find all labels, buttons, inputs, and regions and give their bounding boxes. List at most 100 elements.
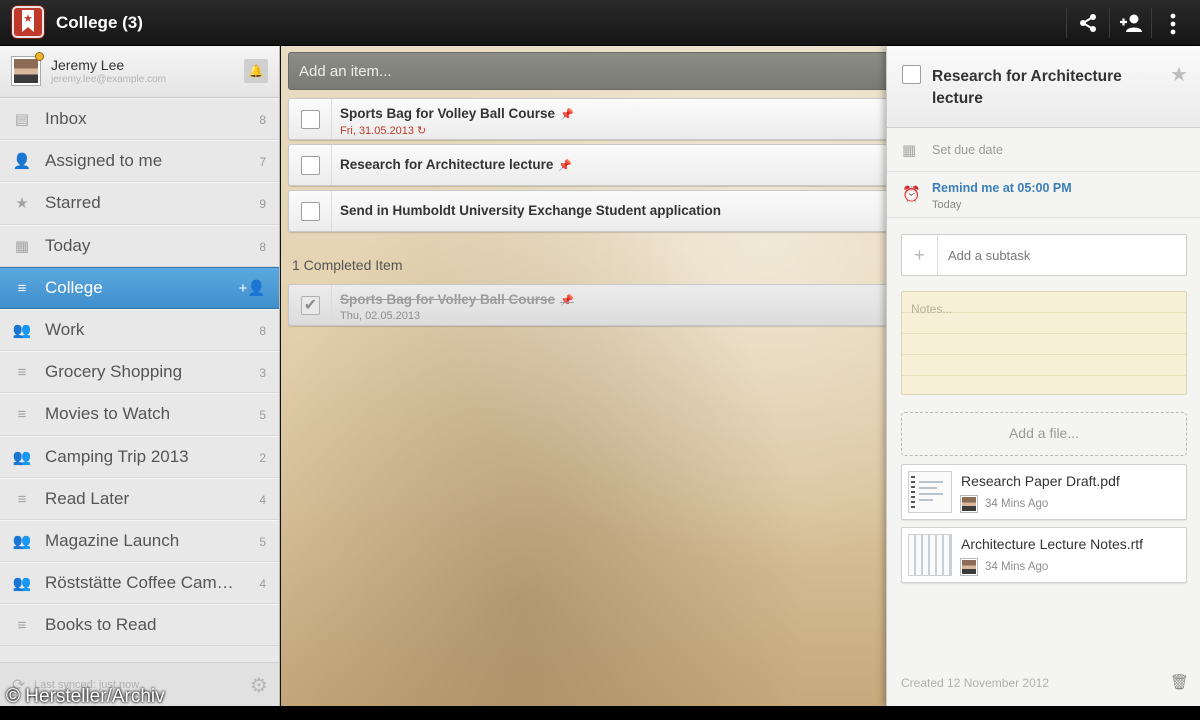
completed-items-header[interactable]: 1 Completed Item bbox=[292, 257, 403, 273]
list-icon: ≡ bbox=[17, 490, 27, 508]
task-row[interactable]: Send in Humboldt University Exchange Stu… bbox=[288, 190, 886, 232]
task-checkbox[interactable] bbox=[301, 156, 320, 175]
task-row[interactable]: Sports Bag for Volley Ball Course 📌 Fri, … bbox=[288, 98, 886, 140]
item-count-badge: 7 bbox=[259, 155, 266, 170]
watermark: © Hersteller/Archiv bbox=[6, 686, 165, 707]
pro-badge-icon bbox=[35, 52, 44, 61]
system-navigation-bar bbox=[0, 706, 1200, 720]
add-subtask-input[interactable] bbox=[940, 235, 1180, 275]
completed-task-row[interactable]: ✔ Sports Bag for Volley Ball Course 📌 Thu… bbox=[288, 284, 886, 326]
sidebar-item-magazine-launch[interactable]: 👥 Magazine Launch 5 bbox=[0, 519, 279, 563]
sidebar-item-work[interactable]: 👥 Work 8 bbox=[0, 308, 279, 352]
notes-input[interactable] bbox=[902, 292, 1186, 394]
sidebar-item-label: Inbox bbox=[45, 109, 87, 128]
task-checkbox[interactable] bbox=[301, 202, 320, 221]
share-icon[interactable] bbox=[1066, 0, 1110, 46]
item-count-badge: 5 bbox=[259, 534, 266, 549]
user-email: jeremy.lee@example.com bbox=[51, 74, 167, 85]
sidebar-item-label: Starred bbox=[45, 193, 101, 213]
task-title-text: Send in Humboldt University Exchange Stu… bbox=[340, 203, 722, 218]
task-title: Research for Architecture lecture 📌 bbox=[340, 157, 572, 172]
settings-gear-icon[interactable]: ⚙ bbox=[250, 673, 268, 698]
sidebar-item-label: Magazine Launch bbox=[45, 530, 180, 550]
file-attachment[interactable]: Research Paper Draft.pdf 34 Mins Ago bbox=[901, 464, 1187, 520]
due-date-label: Set due date bbox=[932, 143, 1003, 157]
repeat-icon: ↻ bbox=[417, 125, 427, 137]
task-due-date: Fri, 31.05.2013 ↻ bbox=[340, 124, 426, 137]
user-profile[interactable]: Jeremy Lee jeremy.lee@example.com 🔔 bbox=[0, 46, 279, 98]
detail-header: Research for Architecture lecture ★ bbox=[887, 46, 1200, 128]
add-member-icon[interactable] bbox=[1109, 0, 1153, 46]
sidebar-item-inbox[interactable]: ▤ Inbox 8 bbox=[0, 98, 279, 141]
task-title: Send in Humboldt University Exchange Stu… bbox=[340, 203, 721, 218]
due-date-text: Fri, 31.05.2013 bbox=[340, 125, 414, 137]
item-count-badge: 8 bbox=[259, 113, 266, 127]
task-checkbox[interactable] bbox=[301, 110, 320, 129]
star-icon[interactable]: ★ bbox=[1170, 62, 1188, 87]
sidebar-item-movies-to-watch[interactable]: ≡ Movies to Watch 5 bbox=[0, 393, 279, 436]
inbox-icon: ▤ bbox=[14, 111, 30, 128]
sidebar-item-grocery-shopping[interactable]: ≡ Grocery Shopping 3 bbox=[0, 351, 279, 394]
sidebar-item-label: Assigned to me bbox=[45, 151, 163, 171]
list-icon: ≡ bbox=[17, 406, 27, 424]
sidebar-item-books-to-read[interactable]: ≡ Books to Read bbox=[0, 604, 279, 647]
sidebar-item-today[interactable]: ▦ Today 8 bbox=[0, 224, 279, 267]
uploader-avatar bbox=[961, 496, 977, 512]
assigned-icon: 👤 bbox=[12, 153, 32, 171]
calendar-icon: ▦ bbox=[902, 142, 917, 159]
overflow-menu-icon[interactable] bbox=[1151, 0, 1195, 46]
sidebar: Jeremy Lee jeremy.lee@example.com 🔔 ▤ Inb… bbox=[0, 46, 280, 706]
add-collaborator-icon[interactable]: +👤 bbox=[239, 279, 266, 297]
task-list-panel: Sports Bag for Volley Ball Course 📌 Fri, … bbox=[281, 46, 886, 706]
reminder-row[interactable]: ⏰ Remind me at 05:00 PM Today bbox=[887, 172, 1200, 218]
pin-icon: 📌 bbox=[558, 160, 573, 172]
pin-icon: 📌 bbox=[560, 295, 574, 307]
task-title: Sports Bag for Volley Ball Course 📌 bbox=[340, 106, 574, 121]
item-count-badge: 4 bbox=[259, 577, 266, 592]
task-detail-panel: Research for Architecture lecture ★ ▦ Se… bbox=[886, 46, 1200, 706]
sidebar-item-label: Work bbox=[45, 319, 85, 339]
sidebar-item-college[interactable]: ≡ College +👤 bbox=[0, 266, 279, 309]
list-icon: ≡ bbox=[17, 364, 27, 382]
shared-list-icon: 👥 bbox=[12, 448, 32, 466]
file-attachment[interactable]: Architecture Lecture Notes.rtf 34 Mins A… bbox=[901, 527, 1187, 583]
notes-area[interactable] bbox=[901, 291, 1187, 395]
add-subtask-box[interactable]: + bbox=[901, 234, 1187, 276]
item-count-badge: 8 bbox=[259, 239, 266, 254]
detail-checkbox[interactable] bbox=[902, 65, 921, 84]
trash-icon[interactable]: 🗑 bbox=[1170, 673, 1189, 691]
divider bbox=[331, 145, 332, 185]
app-logo-icon[interactable]: ★ bbox=[12, 6, 44, 38]
sidebar-item-read-later[interactable]: ≡ Read Later 4 bbox=[0, 477, 279, 520]
sidebar-item-label: Camping Trip 2013 bbox=[45, 446, 189, 466]
add-item-input[interactable] bbox=[289, 53, 886, 89]
task-completed-date: Thu, 02.05.2013 bbox=[340, 310, 421, 322]
due-date-row[interactable]: ▦ Set due date bbox=[887, 128, 1200, 172]
plus-icon[interactable]: + bbox=[902, 235, 938, 275]
task-title-text: Research for Architecture lecture bbox=[340, 157, 554, 172]
file-name: Architecture Lecture Notes.rtf bbox=[961, 536, 1144, 552]
sidebar-item-starred[interactable]: ★ Starred 9 bbox=[0, 182, 279, 225]
add-item-bar[interactable] bbox=[288, 52, 886, 90]
spreadsheet-thumbnail-icon bbox=[908, 534, 952, 576]
notifications-bell-icon[interactable]: 🔔 bbox=[244, 59, 268, 83]
list-navigation: ▤ Inbox 8 👤 Assigned to me 7 ★ Starred 9 ▦ Today 8 ≡… bbox=[0, 98, 279, 647]
task-title-text: Sports Bag for Volley Ball Course bbox=[340, 106, 556, 121]
item-count-badge: 2 bbox=[259, 450, 266, 465]
calendar-icon: ▦ bbox=[14, 237, 30, 255]
detail-task-title[interactable]: Research for Architecture lecture bbox=[932, 66, 1147, 110]
task-checkbox-checked[interactable]: ✔ bbox=[301, 296, 320, 315]
uploader-avatar bbox=[961, 559, 977, 575]
sidebar-item-assigned-to-me[interactable]: 👤 Assigned to me 7 bbox=[0, 140, 279, 183]
file-upload-time: 34 Mins Ago bbox=[985, 498, 1049, 510]
sidebar-item-label: Read Later bbox=[45, 488, 130, 508]
sidebar-item-r-stst-tte-coffee-cam[interactable]: 👥 Röststätte Coffee Cam… 4 bbox=[0, 562, 279, 605]
divider bbox=[331, 99, 332, 139]
sidebar-item-label: Books to Read bbox=[45, 615, 157, 635]
sidebar-item-camping-trip-2013[interactable]: 👥 Camping Trip 2013 2 bbox=[0, 435, 279, 478]
action-bar: ★ College (3) bbox=[0, 0, 1200, 46]
task-row[interactable]: Research for Architecture lecture 📌 bbox=[288, 144, 886, 186]
sidebar-item-label: Grocery Shopping bbox=[45, 362, 183, 382]
item-count-badge: 9 bbox=[259, 197, 266, 212]
add-file-button[interactable]: Add a file... bbox=[901, 412, 1187, 456]
